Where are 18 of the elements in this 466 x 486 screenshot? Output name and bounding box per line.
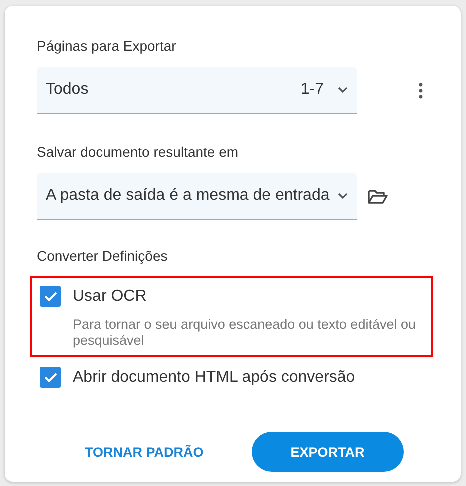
folder-dropdown[interactable]: A pasta de saída é a mesma de entrada bbox=[37, 173, 357, 220]
check-icon bbox=[44, 372, 58, 383]
section-label: Páginas para Exportar bbox=[37, 37, 178, 56]
more-icon[interactable] bbox=[419, 82, 423, 98]
option-description: Para tornar o seu arquivo escaneado ou texto editável ou pesquisável bbox=[73, 317, 417, 349]
option-label: Abrir documento HTML após conversão bbox=[73, 368, 356, 386]
check-icon bbox=[44, 291, 58, 302]
checkbox[interactable] bbox=[40, 286, 61, 307]
option-label: Usar OCR bbox=[73, 288, 147, 306]
chevron-down-icon bbox=[338, 87, 348, 93]
set-default-button[interactable]: TORNAR PADRÃO bbox=[77, 434, 212, 470]
export-button[interactable]: EXPORTAR bbox=[252, 432, 404, 472]
checkbox[interactable] bbox=[40, 367, 61, 388]
pages-dropdown[interactable]: Todos 1-7 bbox=[37, 67, 357, 114]
section-label: Converter Definições bbox=[37, 247, 169, 266]
folder-icon[interactable] bbox=[368, 188, 388, 204]
section-label: Salvar documento resultante em bbox=[37, 143, 240, 162]
chevron-down-icon bbox=[338, 193, 348, 199]
